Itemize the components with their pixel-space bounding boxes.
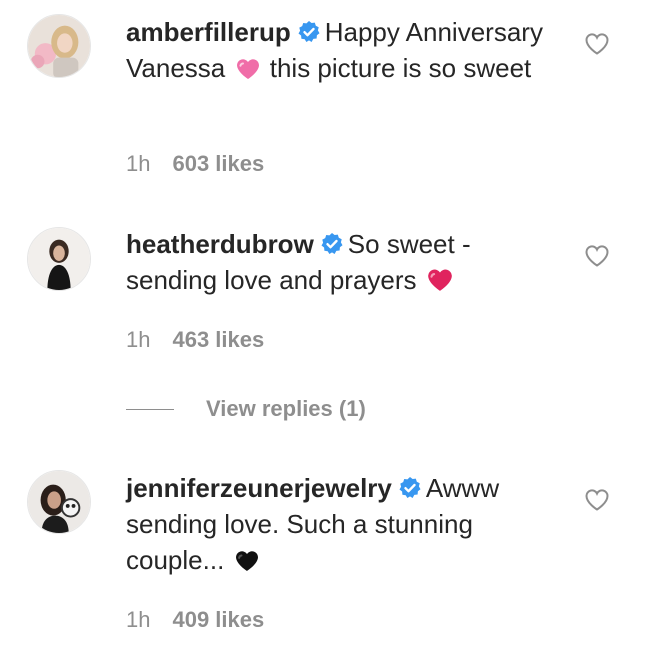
verified-badge-icon bbox=[321, 233, 343, 254]
black-heart-icon bbox=[234, 546, 260, 582]
timestamp: 1h bbox=[126, 327, 151, 352]
timestamp: 1h bbox=[126, 607, 151, 632]
pink-heart-icon bbox=[235, 54, 261, 90]
verified-badge-icon bbox=[298, 21, 320, 42]
avatar[interactable] bbox=[27, 470, 91, 534]
like-heart-icon[interactable] bbox=[584, 244, 610, 268]
view-replies-label: View replies (1) bbox=[206, 396, 366, 421]
like-heart-icon[interactable] bbox=[584, 32, 610, 56]
comment-meta: 1h 603 likes bbox=[126, 151, 264, 177]
likes-count[interactable]: 463 likes bbox=[172, 327, 264, 352]
likes-count[interactable]: 603 likes bbox=[172, 151, 264, 176]
avatar[interactable] bbox=[27, 227, 91, 291]
comment-meta: 1h 463 likes bbox=[126, 327, 264, 353]
comment-body: heatherdubrow So sweet - sending love and… bbox=[126, 226, 546, 302]
replies-divider bbox=[126, 408, 174, 410]
view-replies-button[interactable]: View replies (1) bbox=[126, 396, 366, 422]
comment-body: jenniferzeunerjewelry Awww sending love. … bbox=[126, 470, 546, 582]
avatar-image bbox=[28, 228, 90, 290]
likes-count[interactable]: 409 likes bbox=[172, 607, 264, 632]
comment-body: amberfillerup Happy Anniversary Vanessa t… bbox=[126, 14, 546, 90]
like-heart-icon[interactable] bbox=[584, 488, 610, 512]
username[interactable]: heatherdubrow bbox=[126, 229, 314, 259]
avatar-image bbox=[28, 471, 90, 533]
verified-badge-icon bbox=[399, 477, 421, 498]
timestamp: 1h bbox=[126, 151, 151, 176]
username[interactable]: jenniferzeunerjewelry bbox=[126, 473, 392, 503]
username[interactable]: amberfillerup bbox=[126, 17, 291, 47]
red-heart-icon bbox=[426, 266, 454, 302]
avatar[interactable] bbox=[27, 14, 91, 78]
comment-meta: 1h 409 likes bbox=[126, 607, 264, 633]
comment-text: this picture is so sweet bbox=[269, 53, 532, 83]
avatar-image bbox=[28, 15, 90, 77]
